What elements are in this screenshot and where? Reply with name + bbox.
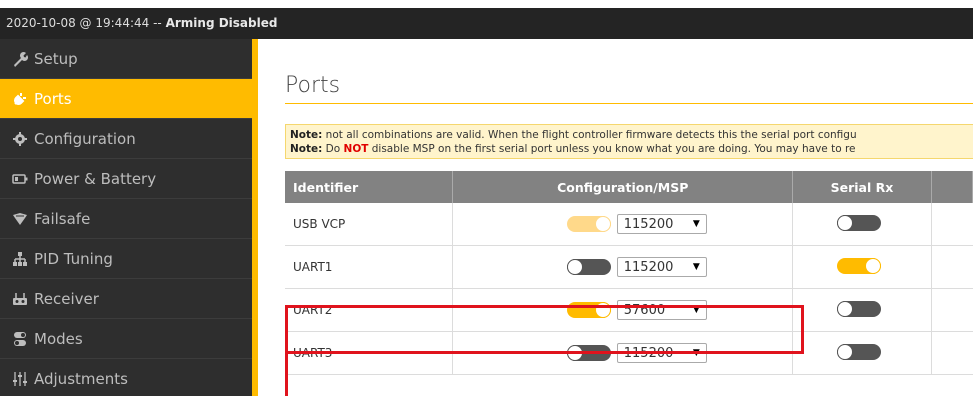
page-title: Ports <box>285 73 341 98</box>
baud-rate-value: 115200 <box>623 259 674 275</box>
toggle-knob <box>836 343 853 360</box>
sidebar-item-label: Setup <box>34 49 78 68</box>
column-header-serial-rx: Serial Rx <box>792 171 932 203</box>
column-header-more <box>931 171 973 203</box>
toggle-knob <box>864 257 881 274</box>
receiver-icon <box>10 290 30 308</box>
port-identifier: USB VCP <box>285 203 454 246</box>
caret-down-icon: ▼ <box>692 219 700 229</box>
sidebar-item-label: Configuration <box>34 129 136 148</box>
modes-icon <box>10 330 30 348</box>
sidebar-item-ports[interactable]: Ports <box>0 79 258 119</box>
note-box: Note: not all combinations are valid. Wh… <box>285 124 973 159</box>
extra-cell <box>931 203 973 246</box>
column-header-identifier: Identifier <box>285 171 454 203</box>
serial-rx-toggle[interactable] <box>836 343 881 360</box>
sidebar-item-label: Failsafe <box>34 209 91 228</box>
sidebar-item-label: PID Tuning <box>34 249 113 268</box>
sidebar-item-failsafe[interactable]: Failsafe <box>0 199 258 239</box>
sidebar-item-label: Receiver <box>34 289 99 308</box>
sidebar-item-configuration[interactable]: Configuration <box>0 119 258 159</box>
sidebar-item-label: Power & Battery <box>34 169 157 188</box>
sidebar-item-power-battery[interactable]: Power & Battery <box>0 159 258 199</box>
title-divider <box>285 103 973 104</box>
arming-status: Arming Disabled <box>165 16 278 30</box>
baud-rate-select[interactable]: 115200 ▼ <box>616 257 707 277</box>
toggle-knob <box>836 300 853 317</box>
toggle-knob <box>836 214 853 231</box>
sliders-icon <box>10 370 30 388</box>
table-row: USB VCP 115200 ▼ <box>285 203 973 246</box>
msp-toggle[interactable] <box>566 259 611 275</box>
note-text: Do <box>322 143 344 155</box>
note-text: disable MSP on the first serial port unl… <box>368 143 856 155</box>
serial-rx-toggle[interactable] <box>836 214 881 231</box>
note-line-2: Note: Do NOT disable MSP on the first se… <box>290 142 973 156</box>
caret-down-icon: ▼ <box>692 262 700 272</box>
sidebar-item-setup[interactable]: Setup <box>0 39 258 79</box>
highlight-box-edge <box>285 354 288 396</box>
msp-toggle[interactable] <box>566 216 611 232</box>
sidebar: Setup Ports Configuration Power & Batter… <box>0 39 258 396</box>
battery-icon <box>10 170 30 188</box>
extra-cell <box>931 245 973 289</box>
column-header-config-msp: Configuration/MSP <box>452 171 794 203</box>
sidebar-item-label: Adjustments <box>34 369 128 388</box>
extra-cell <box>931 288 973 332</box>
note-emphasis: NOT <box>343 143 369 155</box>
msp-cell: 115200 ▼ <box>452 203 794 246</box>
plug-icon <box>10 90 30 108</box>
baud-rate-select[interactable]: 115200 ▼ <box>616 214 707 234</box>
serial-rx-toggle[interactable] <box>836 257 881 274</box>
msp-controls: 115200 ▼ <box>454 257 791 277</box>
status-timestamp: 2020-10-08 @ 19:44:44 -- <box>6 16 162 30</box>
table-header-row: Identifier Configuration/MSP Serial Rx <box>285 171 973 203</box>
note-label: Note: <box>290 143 323 155</box>
gear-icon <box>10 130 30 148</box>
table-row: UART1 115200 ▼ <box>285 245 973 289</box>
sidebar-item-label: Modes <box>34 329 83 348</box>
msp-cell: 115200 ▼ <box>452 245 794 289</box>
serial-rx-toggle[interactable] <box>836 300 881 317</box>
shield-icon <box>10 210 30 228</box>
status-bar: 2020-10-08 @ 19:44:44 -- Arming Disabled <box>0 8 973 39</box>
msp-controls: 115200 ▼ <box>454 214 791 234</box>
serial-rx-cell <box>792 288 932 332</box>
toggle-knob <box>566 259 583 275</box>
note-line-1: Note: not all combinations are valid. Wh… <box>290 128 973 142</box>
serial-rx-cell <box>792 245 932 289</box>
app-frame: 2020-10-08 @ 19:44:44 -- Arming Disabled… <box>0 0 973 396</box>
sidebar-item-pid-tuning[interactable]: PID Tuning <box>0 239 258 279</box>
note-label: Note: <box>290 129 323 141</box>
sidebar-item-label: Ports <box>34 89 72 108</box>
highlight-box <box>285 305 804 354</box>
serial-rx-cell <box>792 203 932 246</box>
port-identifier: UART1 <box>285 245 454 289</box>
tuning-icon <box>10 250 30 268</box>
toggle-knob <box>594 216 611 232</box>
serial-rx-cell <box>792 331 932 375</box>
extra-cell <box>931 331 973 375</box>
sidebar-item-receiver[interactable]: Receiver <box>0 279 258 319</box>
sidebar-item-modes[interactable]: Modes <box>0 319 258 359</box>
wrench-icon <box>10 50 30 68</box>
baud-rate-value: 115200 <box>623 216 674 232</box>
sidebar-item-adjustments[interactable]: Adjustments <box>0 359 258 396</box>
note-text: not all combinations are valid. When the… <box>322 129 857 141</box>
